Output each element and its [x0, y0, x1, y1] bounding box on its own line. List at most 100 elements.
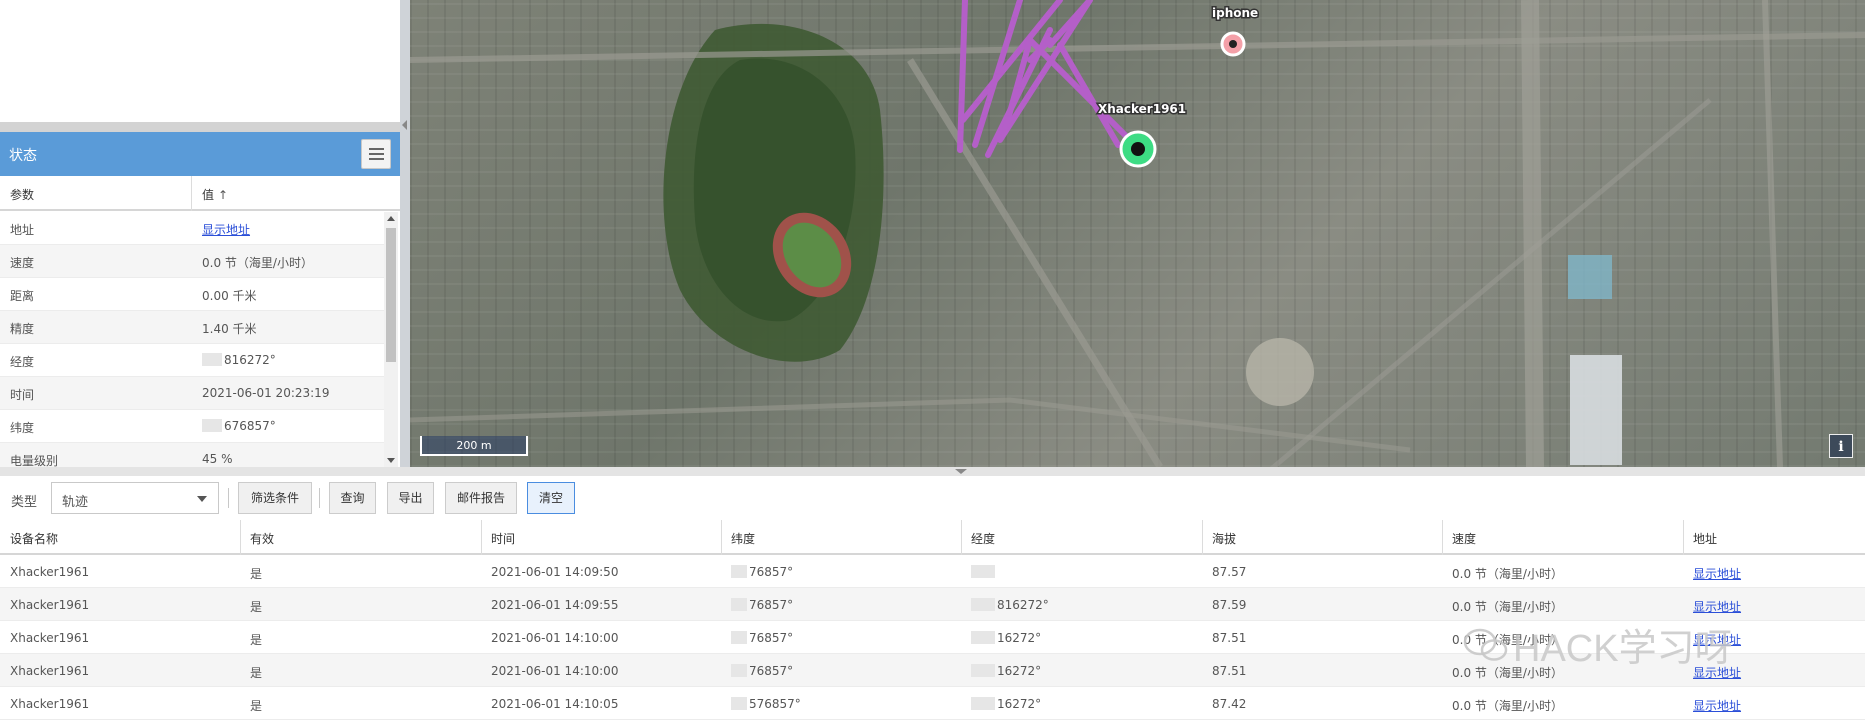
- history-table-header: 设备名称 有效 时间 纬度 经度 海拔 速度 地址: [0, 520, 1865, 555]
- time-cell: 2021-06-01 14:10:05: [491, 697, 618, 711]
- status-row: 纬度 676857°: [0, 410, 384, 443]
- redacted-block: [202, 353, 222, 366]
- valid-cell: 是: [250, 631, 262, 648]
- speed-column-header[interactable]: 速度: [1452, 530, 1476, 547]
- valid-text: 是: [250, 633, 263, 647]
- filter-button[interactable]: 筛选条件: [238, 482, 312, 514]
- valid-text: 是: [250, 699, 263, 713]
- table-row[interactable]: Xhacker1961 是 2021-06-01 14:09:50 76857° 87.…: [0, 555, 1865, 588]
- scroll-down-icon[interactable]: [387, 458, 395, 463]
- value-column-header[interactable]: 值 ↑: [202, 186, 228, 203]
- address-column-header[interactable]: 地址: [1693, 530, 1717, 547]
- redacted-block: [971, 598, 995, 611]
- status-value-text: 1.40 千米: [202, 322, 257, 336]
- status-value: 0.00 千米: [202, 287, 257, 304]
- scrollbar-thumb[interactable]: [386, 228, 396, 362]
- status-row: 经度 816272°: [0, 344, 384, 377]
- longitude-text: 16272°: [997, 697, 1042, 711]
- valid-text: 是: [250, 567, 263, 581]
- time-cell: 2021-06-01 14:09:55: [491, 598, 618, 612]
- type-select[interactable]: 轨迹: [51, 482, 219, 514]
- speed-cell: 0.0 节（海里/小时）: [1452, 598, 1563, 615]
- status-row: 地址 显示地址: [0, 212, 384, 245]
- status-menu-button[interactable]: [361, 139, 391, 169]
- speed-cell: 0.0 节（海里/小时）: [1452, 697, 1563, 714]
- type-select-value: 轨迹: [62, 495, 89, 510]
- gps-track: [957, 0, 1133, 158]
- map-info-button[interactable]: i: [1829, 434, 1853, 458]
- status-table-header: 参数 值 ↑: [0, 176, 400, 211]
- show-address-link[interactable]: 显示地址: [202, 221, 250, 238]
- show-address-link[interactable]: 显示地址: [1693, 697, 1741, 714]
- redacted-block: [731, 598, 747, 611]
- redacted-block: [202, 419, 222, 432]
- show-address-link[interactable]: 显示地址: [1693, 565, 1741, 582]
- altitude-text: 87.59: [1212, 598, 1247, 612]
- latitude-text: 576857°: [749, 697, 801, 711]
- status-row: 速度 0.0 节（海里/小时）: [0, 245, 384, 278]
- address-text: 显示地址: [1693, 699, 1742, 713]
- status-row: 时间 2021-06-01 20:23:19: [0, 377, 384, 410]
- clear-button[interactable]: 清空: [527, 482, 575, 514]
- device-name-text: Xhacker1961: [10, 697, 90, 711]
- panel-splitter[interactable]: [0, 122, 400, 132]
- marker-label-iphone: iphone: [1212, 6, 1258, 20]
- left-panel: 状态 参数 值 ↑ 地址 显示地址速度 0.0 节（海里/小时） 距离 0.00 千米精度…: [0, 0, 400, 467]
- param-column-header[interactable]: 参数: [10, 186, 34, 203]
- valid-cell: 是: [250, 598, 262, 615]
- collapse-left-icon[interactable]: [402, 120, 407, 130]
- status-param: 精度: [10, 322, 35, 336]
- latitude-cell: 76857°: [731, 565, 793, 579]
- status-table-scrollbar[interactable]: [384, 212, 398, 467]
- altitude-text: 87.51: [1212, 664, 1247, 678]
- device-name-text: Xhacker1961: [10, 598, 90, 612]
- status-value: 676857°: [202, 419, 276, 433]
- time-column-header[interactable]: 时间: [491, 530, 515, 547]
- speed-cell: 0.0 节（海里/小时）: [1452, 565, 1563, 582]
- type-label: 类型: [11, 495, 38, 510]
- valid-cell: 是: [250, 697, 262, 714]
- device-name-column-header[interactable]: 设备名称: [10, 530, 58, 547]
- latitude-text: 76857°: [749, 565, 794, 579]
- status-param: 纬度: [10, 421, 35, 435]
- mail-report-button[interactable]: 邮件报告: [445, 482, 517, 514]
- query-button[interactable]: 查询: [329, 482, 376, 514]
- longitude-column-header[interactable]: 经度: [971, 530, 995, 547]
- redacted-block: [971, 565, 995, 578]
- device-name-text: Xhacker1961: [10, 565, 90, 579]
- status-param: 电量级别: [10, 454, 59, 467]
- status-panel-title: 状态: [9, 148, 37, 164]
- speed-text: 0.0 节（海里/小时）: [1452, 699, 1563, 713]
- table-row[interactable]: Xhacker1961 是 2021-06-01 14:10:05 576857° 16…: [0, 687, 1865, 720]
- status-table-body: 地址 显示地址速度 0.0 节（海里/小时） 距离 0.00 千米精度 1.40 千米经度…: [0, 212, 384, 467]
- export-button[interactable]: 导出: [387, 482, 434, 514]
- time-text: 2021-06-01 14:10:00: [491, 664, 619, 678]
- latitude-text: 76857°: [749, 598, 794, 612]
- longitude-cell: 16272°: [971, 664, 1041, 678]
- altitude-column-header[interactable]: 海拔: [1212, 530, 1236, 547]
- address-text: 显示地址: [1693, 567, 1742, 581]
- valid-text: 是: [250, 600, 263, 614]
- redacted-block: [971, 631, 995, 644]
- valid-column-header[interactable]: 有效: [250, 530, 274, 547]
- longitude-text: 16272°: [997, 664, 1042, 678]
- show-address-link[interactable]: 显示地址: [1693, 598, 1741, 615]
- latitude-column-header[interactable]: 纬度: [731, 530, 755, 547]
- redacted-block: [731, 631, 747, 644]
- longitude-text: 16272°: [997, 631, 1042, 645]
- device-name-cell: Xhacker1961: [10, 631, 89, 645]
- status-param: 地址: [10, 223, 35, 237]
- vertical-splitter[interactable]: [400, 0, 410, 467]
- status-value-text: 显示地址: [202, 223, 251, 237]
- valid-cell: 是: [250, 664, 262, 681]
- status-value-text: 0.00 千米: [202, 289, 257, 303]
- address-text: 显示地址: [1693, 600, 1742, 614]
- collapse-down-icon[interactable]: [955, 469, 967, 474]
- scroll-up-icon[interactable]: [387, 216, 395, 221]
- altitude-cell: 87.57: [1212, 565, 1246, 579]
- time-cell: 2021-06-01 14:09:50: [491, 565, 618, 579]
- chevron-down-icon: [197, 496, 207, 502]
- status-param: 距离: [10, 289, 35, 303]
- satellite-map[interactable]: iphone Xhacker1961 200 m i: [410, 0, 1865, 467]
- horizontal-splitter[interactable]: [0, 467, 1865, 476]
